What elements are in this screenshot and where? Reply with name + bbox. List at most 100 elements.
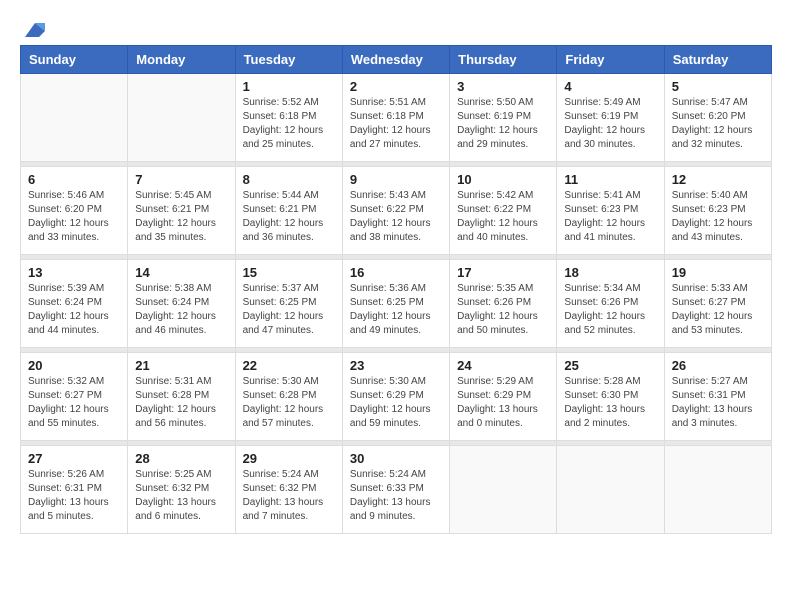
calendar-cell: 10 Sunrise: 5:42 AMSunset: 6:22 PMDayligh… — [450, 167, 557, 255]
calendar-header-saturday: Saturday — [664, 46, 771, 74]
day-info: Sunrise: 5:36 AMSunset: 6:25 PMDaylight:… — [350, 282, 442, 338]
day-number: 18 — [564, 265, 656, 280]
day-number: 1 — [243, 79, 335, 94]
day-number: 24 — [457, 358, 549, 373]
calendar-cell: 24Sunrise: 5:29 AMSunset: 6:29 PMDayligh… — [450, 353, 557, 441]
day-info: Sunrise: 5:37 AMSunset: 6:25 PMDaylight:… — [243, 282, 335, 338]
calendar-week-row: 13 Sunrise: 5:39 AMSunset: 6:24 PMDayligh… — [21, 260, 772, 348]
calendar-cell: 2 Sunrise: 5:51 AMSunset: 6:18 PMDaylight… — [342, 74, 449, 162]
calendar-cell: 4 Sunrise: 5:49 AMSunset: 6:19 PMDaylight… — [557, 74, 664, 162]
day-info: Sunrise: 5:47 AMSunset: 6:20 PMDaylight:… — [672, 96, 764, 152]
calendar-cell: 15Sunrise: 5:37 AMSunset: 6:25 PMDayligh… — [235, 260, 342, 348]
day-info: Sunrise: 5:52 AMSunset: 6:18 PMDaylight:… — [243, 96, 335, 152]
calendar-week-row: 6Sunrise: 5:46 AMSunset: 6:20 PMDaylight… — [21, 167, 772, 255]
calendar-cell — [21, 74, 128, 162]
day-number: 3 — [457, 79, 549, 94]
calendar-cell: 28 Sunrise: 5:25 AMSunset: 6:32 PMDayligh… — [128, 446, 235, 534]
calendar-cell: 5 Sunrise: 5:47 AMSunset: 6:20 PMDaylight… — [664, 74, 771, 162]
day-info: Sunrise: 5:45 AMSunset: 6:21 PMDaylight:… — [135, 189, 227, 245]
day-number: 23 — [350, 358, 442, 373]
day-number: 2 — [350, 79, 442, 94]
day-number: 10 — [457, 172, 549, 187]
day-number: 28 — [135, 451, 227, 466]
calendar-cell: 21 Sunrise: 5:31 AMSunset: 6:28 PMDayligh… — [128, 353, 235, 441]
calendar-cell — [128, 74, 235, 162]
calendar-header-wednesday: Wednesday — [342, 46, 449, 74]
day-info: Sunrise: 5:33 AMSunset: 6:27 PMDaylight:… — [672, 282, 764, 338]
logo-text — [20, 20, 45, 35]
day-number: 7 — [135, 172, 227, 187]
calendar-cell: 14 Sunrise: 5:38 AMSunset: 6:24 PMDayligh… — [128, 260, 235, 348]
calendar-header-monday: Monday — [128, 46, 235, 74]
calendar-cell — [664, 446, 771, 534]
calendar-week-row: 1 Sunrise: 5:52 AMSunset: 6:18 PMDaylight… — [21, 74, 772, 162]
day-info: Sunrise: 5:30 AMSunset: 6:28 PMDaylight:… — [243, 375, 335, 431]
day-info: Sunrise: 5:46 AMSunset: 6:20 PMDaylight:… — [28, 189, 120, 245]
logo — [20, 20, 45, 35]
day-info: Sunrise: 5:32 AMSunset: 6:27 PMDaylight:… — [28, 375, 120, 431]
day-info: Sunrise: 5:39 AMSunset: 6:24 PMDaylight:… — [28, 282, 120, 338]
calendar-cell: 26 Sunrise: 5:27 AMSunset: 6:31 PMDayligh… — [664, 353, 771, 441]
day-number: 29 — [243, 451, 335, 466]
calendar-cell: 6Sunrise: 5:46 AMSunset: 6:20 PMDaylight… — [21, 167, 128, 255]
day-info: Sunrise: 5:49 AMSunset: 6:19 PMDaylight:… — [564, 96, 656, 152]
page-header — [20, 20, 772, 35]
day-number: 11 — [564, 172, 656, 187]
calendar-week-row: 20 Sunrise: 5:32 AMSunset: 6:27 PMDayligh… — [21, 353, 772, 441]
calendar-cell: 29 Sunrise: 5:24 AMSunset: 6:32 PMDayligh… — [235, 446, 342, 534]
day-info: Sunrise: 5:40 AMSunset: 6:23 PMDaylight:… — [672, 189, 764, 245]
calendar-header-tuesday: Tuesday — [235, 46, 342, 74]
day-info: Sunrise: 5:38 AMSunset: 6:24 PMDaylight:… — [135, 282, 227, 338]
day-info: Sunrise: 5:28 AMSunset: 6:30 PMDaylight:… — [564, 375, 656, 431]
day-number: 27 — [28, 451, 120, 466]
day-number: 12 — [672, 172, 764, 187]
calendar-header-sunday: Sunday — [21, 46, 128, 74]
calendar-cell — [450, 446, 557, 534]
day-info: Sunrise: 5:50 AMSunset: 6:19 PMDaylight:… — [457, 96, 549, 152]
day-number: 22 — [243, 358, 335, 373]
calendar-header-thursday: Thursday — [450, 46, 557, 74]
calendar-cell: 16 Sunrise: 5:36 AMSunset: 6:25 PMDayligh… — [342, 260, 449, 348]
day-number: 4 — [564, 79, 656, 94]
day-number: 16 — [350, 265, 442, 280]
day-number: 25 — [564, 358, 656, 373]
calendar-cell: 22 Sunrise: 5:30 AMSunset: 6:28 PMDayligh… — [235, 353, 342, 441]
day-info: Sunrise: 5:30 AMSunset: 6:29 PMDaylight:… — [350, 375, 442, 431]
day-info: Sunrise: 5:26 AMSunset: 6:31 PMDaylight:… — [28, 468, 120, 524]
day-info: Sunrise: 5:43 AMSunset: 6:22 PMDaylight:… — [350, 189, 442, 245]
day-info: Sunrise: 5:51 AMSunset: 6:18 PMDaylight:… — [350, 96, 442, 152]
calendar-cell: 27 Sunrise: 5:26 AMSunset: 6:31 PMDayligh… — [21, 446, 128, 534]
calendar-header-row: SundayMondayTuesdayWednesdayThursdayFrid… — [21, 46, 772, 74]
day-number: 21 — [135, 358, 227, 373]
calendar-cell: 25 Sunrise: 5:28 AMSunset: 6:30 PMDayligh… — [557, 353, 664, 441]
calendar-cell: 13 Sunrise: 5:39 AMSunset: 6:24 PMDayligh… — [21, 260, 128, 348]
day-number: 20 — [28, 358, 120, 373]
calendar-cell: 23 Sunrise: 5:30 AMSunset: 6:29 PMDayligh… — [342, 353, 449, 441]
day-info: Sunrise: 5:41 AMSunset: 6:23 PMDaylight:… — [564, 189, 656, 245]
day-number: 13 — [28, 265, 120, 280]
day-number: 8 — [243, 172, 335, 187]
day-info: Sunrise: 5:34 AMSunset: 6:26 PMDaylight:… — [564, 282, 656, 338]
day-number: 5 — [672, 79, 764, 94]
day-number: 14 — [135, 265, 227, 280]
calendar-cell: 7 Sunrise: 5:45 AMSunset: 6:21 PMDaylight… — [128, 167, 235, 255]
day-info: Sunrise: 5:44 AMSunset: 6:21 PMDaylight:… — [243, 189, 335, 245]
day-number: 30 — [350, 451, 442, 466]
day-number: 26 — [672, 358, 764, 373]
calendar-cell: 17Sunrise: 5:35 AMSunset: 6:26 PMDayligh… — [450, 260, 557, 348]
calendar-cell: 12 Sunrise: 5:40 AMSunset: 6:23 PMDayligh… — [664, 167, 771, 255]
calendar-cell: 1 Sunrise: 5:52 AMSunset: 6:18 PMDaylight… — [235, 74, 342, 162]
day-info: Sunrise: 5:24 AMSunset: 6:32 PMDaylight:… — [243, 468, 335, 524]
calendar-cell: 30 Sunrise: 5:24 AMSunset: 6:33 PMDayligh… — [342, 446, 449, 534]
calendar-header-friday: Friday — [557, 46, 664, 74]
day-number: 9 — [350, 172, 442, 187]
day-info: Sunrise: 5:24 AMSunset: 6:33 PMDaylight:… — [350, 468, 442, 524]
calendar-cell: 9 Sunrise: 5:43 AMSunset: 6:22 PMDaylight… — [342, 167, 449, 255]
day-number: 17 — [457, 265, 549, 280]
day-info: Sunrise: 5:42 AMSunset: 6:22 PMDaylight:… — [457, 189, 549, 245]
calendar-week-row: 27 Sunrise: 5:26 AMSunset: 6:31 PMDayligh… — [21, 446, 772, 534]
day-info: Sunrise: 5:27 AMSunset: 6:31 PMDaylight:… — [672, 375, 764, 431]
day-info: Sunrise: 5:25 AMSunset: 6:32 PMDaylight:… — [135, 468, 227, 524]
logo-icon — [23, 21, 45, 39]
day-info: Sunrise: 5:31 AMSunset: 6:28 PMDaylight:… — [135, 375, 227, 431]
